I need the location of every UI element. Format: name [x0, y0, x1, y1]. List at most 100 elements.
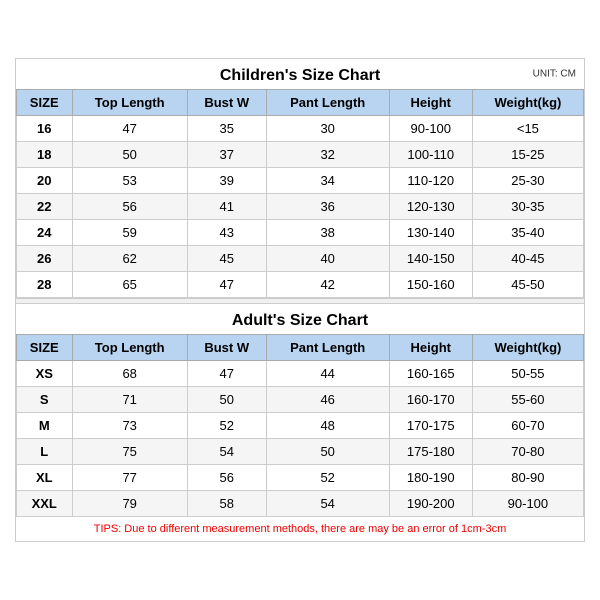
table-row: S715046160-17055-60 — [17, 387, 584, 413]
table-row: 24594338130-14035-40 — [17, 220, 584, 246]
adults-cell-2-5: 60-70 — [472, 413, 583, 439]
adults-cell-1-3: 46 — [266, 387, 389, 413]
adults-cell-5-2: 58 — [187, 491, 266, 517]
adults-cell-0-4: 160-165 — [389, 361, 472, 387]
children-cell-6-5: 45-50 — [472, 272, 583, 298]
children-cell-2-3: 34 — [266, 168, 389, 194]
children-cell-3-1: 56 — [72, 194, 187, 220]
children-col-height: Height — [389, 90, 472, 116]
table-row: XS684744160-16550-55 — [17, 361, 584, 387]
adults-cell-3-4: 175-180 — [389, 439, 472, 465]
children-cell-4-0: 24 — [17, 220, 73, 246]
adults-col-weight: Weight(kg) — [472, 335, 583, 361]
adults-cell-3-0: L — [17, 439, 73, 465]
adults-cell-2-1: 73 — [72, 413, 187, 439]
children-col-weight: Weight(kg) — [472, 90, 583, 116]
adults-cell-0-1: 68 — [72, 361, 187, 387]
adults-cell-2-0: M — [17, 413, 73, 439]
adults-size-table: SIZE Top Length Bust W Pant Length Heigh… — [16, 334, 584, 517]
tips-text: TIPS: Due to different measurement metho… — [16, 517, 584, 541]
children-cell-1-2: 37 — [187, 142, 266, 168]
children-cell-1-1: 50 — [72, 142, 187, 168]
children-cell-4-5: 35-40 — [472, 220, 583, 246]
children-cell-2-1: 53 — [72, 168, 187, 194]
adults-cell-0-2: 47 — [187, 361, 266, 387]
children-cell-3-4: 120-130 — [389, 194, 472, 220]
children-cell-2-2: 39 — [187, 168, 266, 194]
children-cell-0-5: <15 — [472, 116, 583, 142]
children-col-bust: Bust W — [187, 90, 266, 116]
table-row: 26624540140-15040-45 — [17, 246, 584, 272]
children-size-table: SIZE Top Length Bust W Pant Length Heigh… — [16, 89, 584, 298]
adults-cell-5-4: 190-200 — [389, 491, 472, 517]
adults-col-bust: Bust W — [187, 335, 266, 361]
table-row: 20533934110-12025-30 — [17, 168, 584, 194]
children-col-pant-length: Pant Length — [266, 90, 389, 116]
adults-cell-1-5: 55-60 — [472, 387, 583, 413]
adults-cell-1-0: S — [17, 387, 73, 413]
children-cell-0-4: 90-100 — [389, 116, 472, 142]
adults-section-title: Adult's Size Chart — [16, 304, 584, 334]
children-cell-5-1: 62 — [72, 246, 187, 272]
adults-cell-0-0: XS — [17, 361, 73, 387]
children-cell-3-2: 41 — [187, 194, 266, 220]
children-cell-4-3: 38 — [266, 220, 389, 246]
children-cell-5-2: 45 — [187, 246, 266, 272]
adults-cell-1-2: 50 — [187, 387, 266, 413]
children-cell-3-5: 30-35 — [472, 194, 583, 220]
adults-col-pant-length: Pant Length — [266, 335, 389, 361]
adults-col-size: SIZE — [17, 335, 73, 361]
adults-cell-1-4: 160-170 — [389, 387, 472, 413]
children-cell-3-3: 36 — [266, 194, 389, 220]
table-row: L755450175-18070-80 — [17, 439, 584, 465]
children-cell-6-3: 42 — [266, 272, 389, 298]
children-cell-1-5: 15-25 — [472, 142, 583, 168]
adults-cell-0-3: 44 — [266, 361, 389, 387]
children-cell-2-4: 110-120 — [389, 168, 472, 194]
adults-title-text: Adult's Size Chart — [232, 312, 368, 329]
adults-cell-3-2: 54 — [187, 439, 266, 465]
adults-cell-5-0: XXL — [17, 491, 73, 517]
size-chart-container: Children's Size Chart UNIT: CM SIZE Top … — [15, 58, 585, 542]
adults-cell-5-5: 90-100 — [472, 491, 583, 517]
children-cell-3-0: 22 — [17, 194, 73, 220]
children-unit-label: UNIT: CM — [533, 69, 576, 80]
adults-cell-3-1: 75 — [72, 439, 187, 465]
adults-cell-5-1: 79 — [72, 491, 187, 517]
children-cell-6-0: 28 — [17, 272, 73, 298]
table-row: 18503732100-11015-25 — [17, 142, 584, 168]
children-cell-0-3: 30 — [266, 116, 389, 142]
adults-cell-1-1: 71 — [72, 387, 187, 413]
table-row: M735248170-17560-70 — [17, 413, 584, 439]
children-cell-1-0: 18 — [17, 142, 73, 168]
children-cell-5-0: 26 — [17, 246, 73, 272]
adults-col-top-length: Top Length — [72, 335, 187, 361]
children-cell-0-0: 16 — [17, 116, 73, 142]
children-cell-1-3: 32 — [266, 142, 389, 168]
adults-cell-4-2: 56 — [187, 465, 266, 491]
adults-cell-3-5: 70-80 — [472, 439, 583, 465]
children-cell-5-5: 40-45 — [472, 246, 583, 272]
children-cell-6-2: 47 — [187, 272, 266, 298]
adults-cell-5-3: 54 — [266, 491, 389, 517]
adults-cell-2-3: 48 — [266, 413, 389, 439]
adults-cell-3-3: 50 — [266, 439, 389, 465]
children-cell-5-4: 140-150 — [389, 246, 472, 272]
children-header-row: SIZE Top Length Bust W Pant Length Heigh… — [17, 90, 584, 116]
adults-cell-4-4: 180-190 — [389, 465, 472, 491]
adults-cell-2-2: 52 — [187, 413, 266, 439]
adults-col-height: Height — [389, 335, 472, 361]
children-col-size: SIZE — [17, 90, 73, 116]
adults-cell-0-5: 50-55 — [472, 361, 583, 387]
children-section-title: Children's Size Chart UNIT: CM — [16, 59, 584, 89]
children-cell-4-1: 59 — [72, 220, 187, 246]
table-row: XXL795854190-20090-100 — [17, 491, 584, 517]
table-row: 1647353090-100<15 — [17, 116, 584, 142]
children-cell-4-4: 130-140 — [389, 220, 472, 246]
children-cell-4-2: 43 — [187, 220, 266, 246]
table-row: 28654742150-16045-50 — [17, 272, 584, 298]
children-cell-0-2: 35 — [187, 116, 266, 142]
children-cell-2-0: 20 — [17, 168, 73, 194]
children-title-text: Children's Size Chart — [220, 67, 380, 84]
adults-cell-4-5: 80-90 — [472, 465, 583, 491]
